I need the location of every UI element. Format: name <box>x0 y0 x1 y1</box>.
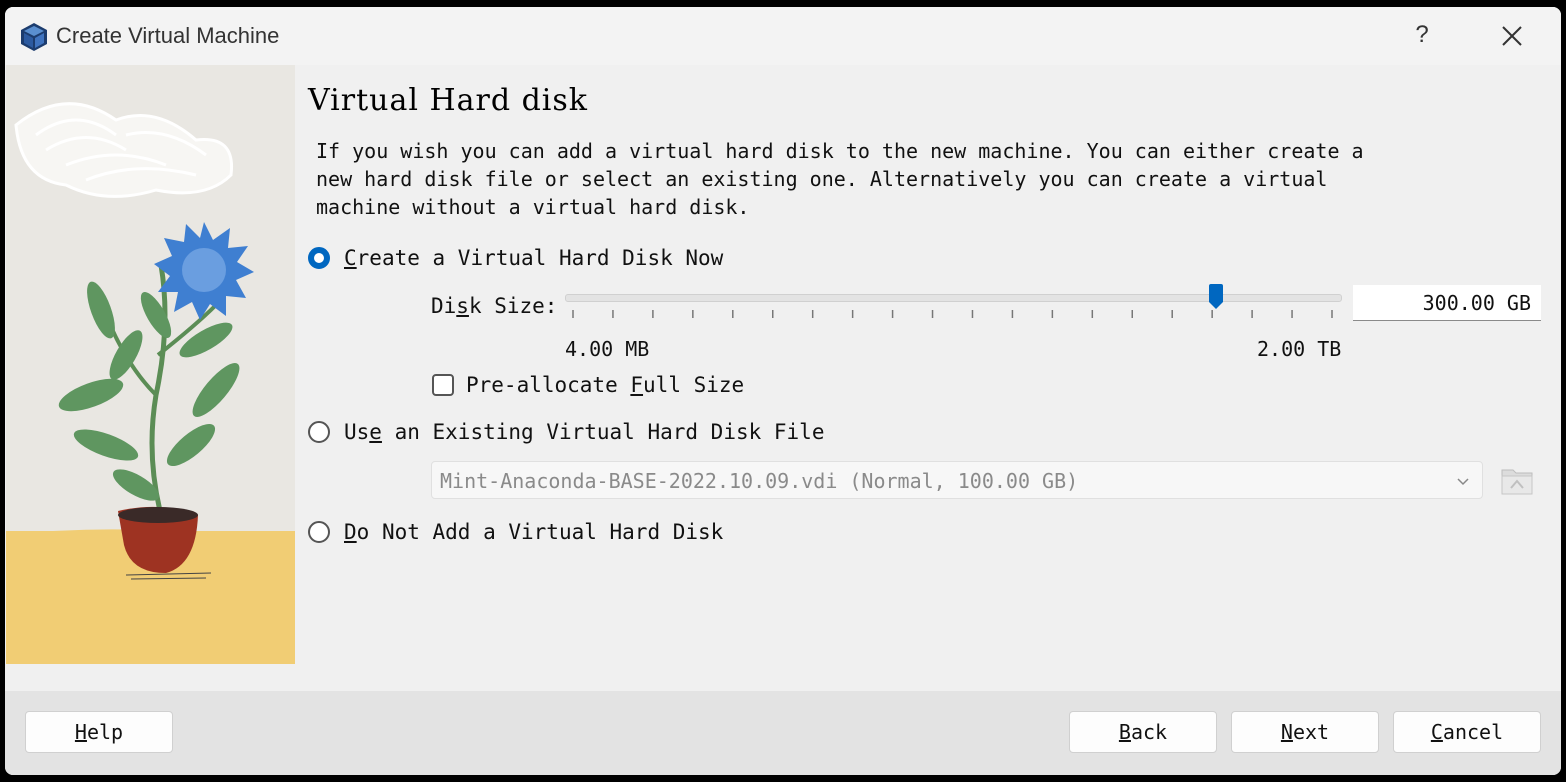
wizard-illustration <box>6 65 295 664</box>
radio-use-existing[interactable] <box>308 421 330 443</box>
page-description: If you wish you can add a virtual hard d… <box>316 139 1364 219</box>
disk-size-slider-ticks <box>572 310 1333 318</box>
back-button[interactable]: Back <box>1069 711 1217 753</box>
existing-disk-selected-value: Mint-Anaconda-BASE-2022.10.09.vdi (Norma… <box>440 469 1079 493</box>
chevron-down-icon <box>1457 478 1469 486</box>
disk-size-label: Disk Size: <box>431 294 558 318</box>
preallocate-option[interactable]: Pre-allocate Full Size <box>432 373 744 397</box>
preallocate-checkbox[interactable] <box>432 374 454 396</box>
virtualbox-cube-icon <box>21 23 47 51</box>
help-button[interactable]: Help <box>25 711 173 753</box>
next-button[interactable]: Next <box>1231 711 1379 753</box>
page-title: Virtual Hard disk <box>308 83 588 118</box>
option-create-now[interactable]: Create a Virtual Hard Disk Now <box>308 243 723 273</box>
window-title: Create Virtual Machine <box>56 23 280 48</box>
option-create-now-label: Create a Virtual Hard Disk Now <box>344 246 724 270</box>
disk-size-slider-track[interactable] <box>565 294 1342 302</box>
disk-size-input[interactable]: 300.00 GB <box>1353 285 1541 321</box>
option-use-existing-label: Use an Existing Virtual Hard Disk File <box>344 420 825 444</box>
close-icon[interactable] <box>1499 23 1525 49</box>
disk-size-min-label: 4.00 MB <box>565 337 650 361</box>
cancel-button[interactable]: Cancel <box>1393 711 1541 753</box>
preallocate-label: Pre-allocate Full Size <box>466 373 745 397</box>
radio-create-now[interactable] <box>308 247 330 269</box>
option-use-existing[interactable]: Use an Existing Virtual Hard Disk File <box>308 417 824 447</box>
existing-disk-select[interactable]: Mint-Anaconda-BASE-2022.10.09.vdi (Norma… <box>431 461 1483 499</box>
option-do-not-add-label: Do Not Add a Virtual Hard Disk <box>344 520 724 544</box>
dialog-window: Create Virtual Machine ? Virtual Hard di… <box>5 7 1561 775</box>
disk-size-slider-handle[interactable] <box>1208 284 1224 310</box>
disk-size-max-label: 2.00 TB <box>1257 337 1342 361</box>
option-do-not-add[interactable]: Do Not Add a Virtual Hard Disk <box>308 517 723 547</box>
dialog-footer: Help Back Next Cancel <box>5 691 1561 775</box>
radio-do-not-add[interactable] <box>308 521 330 543</box>
help-question-button[interactable]: ? <box>1407 20 1437 50</box>
folder-icon[interactable] <box>1499 462 1535 498</box>
title-bar: Create Virtual Machine ? <box>5 7 1561 65</box>
